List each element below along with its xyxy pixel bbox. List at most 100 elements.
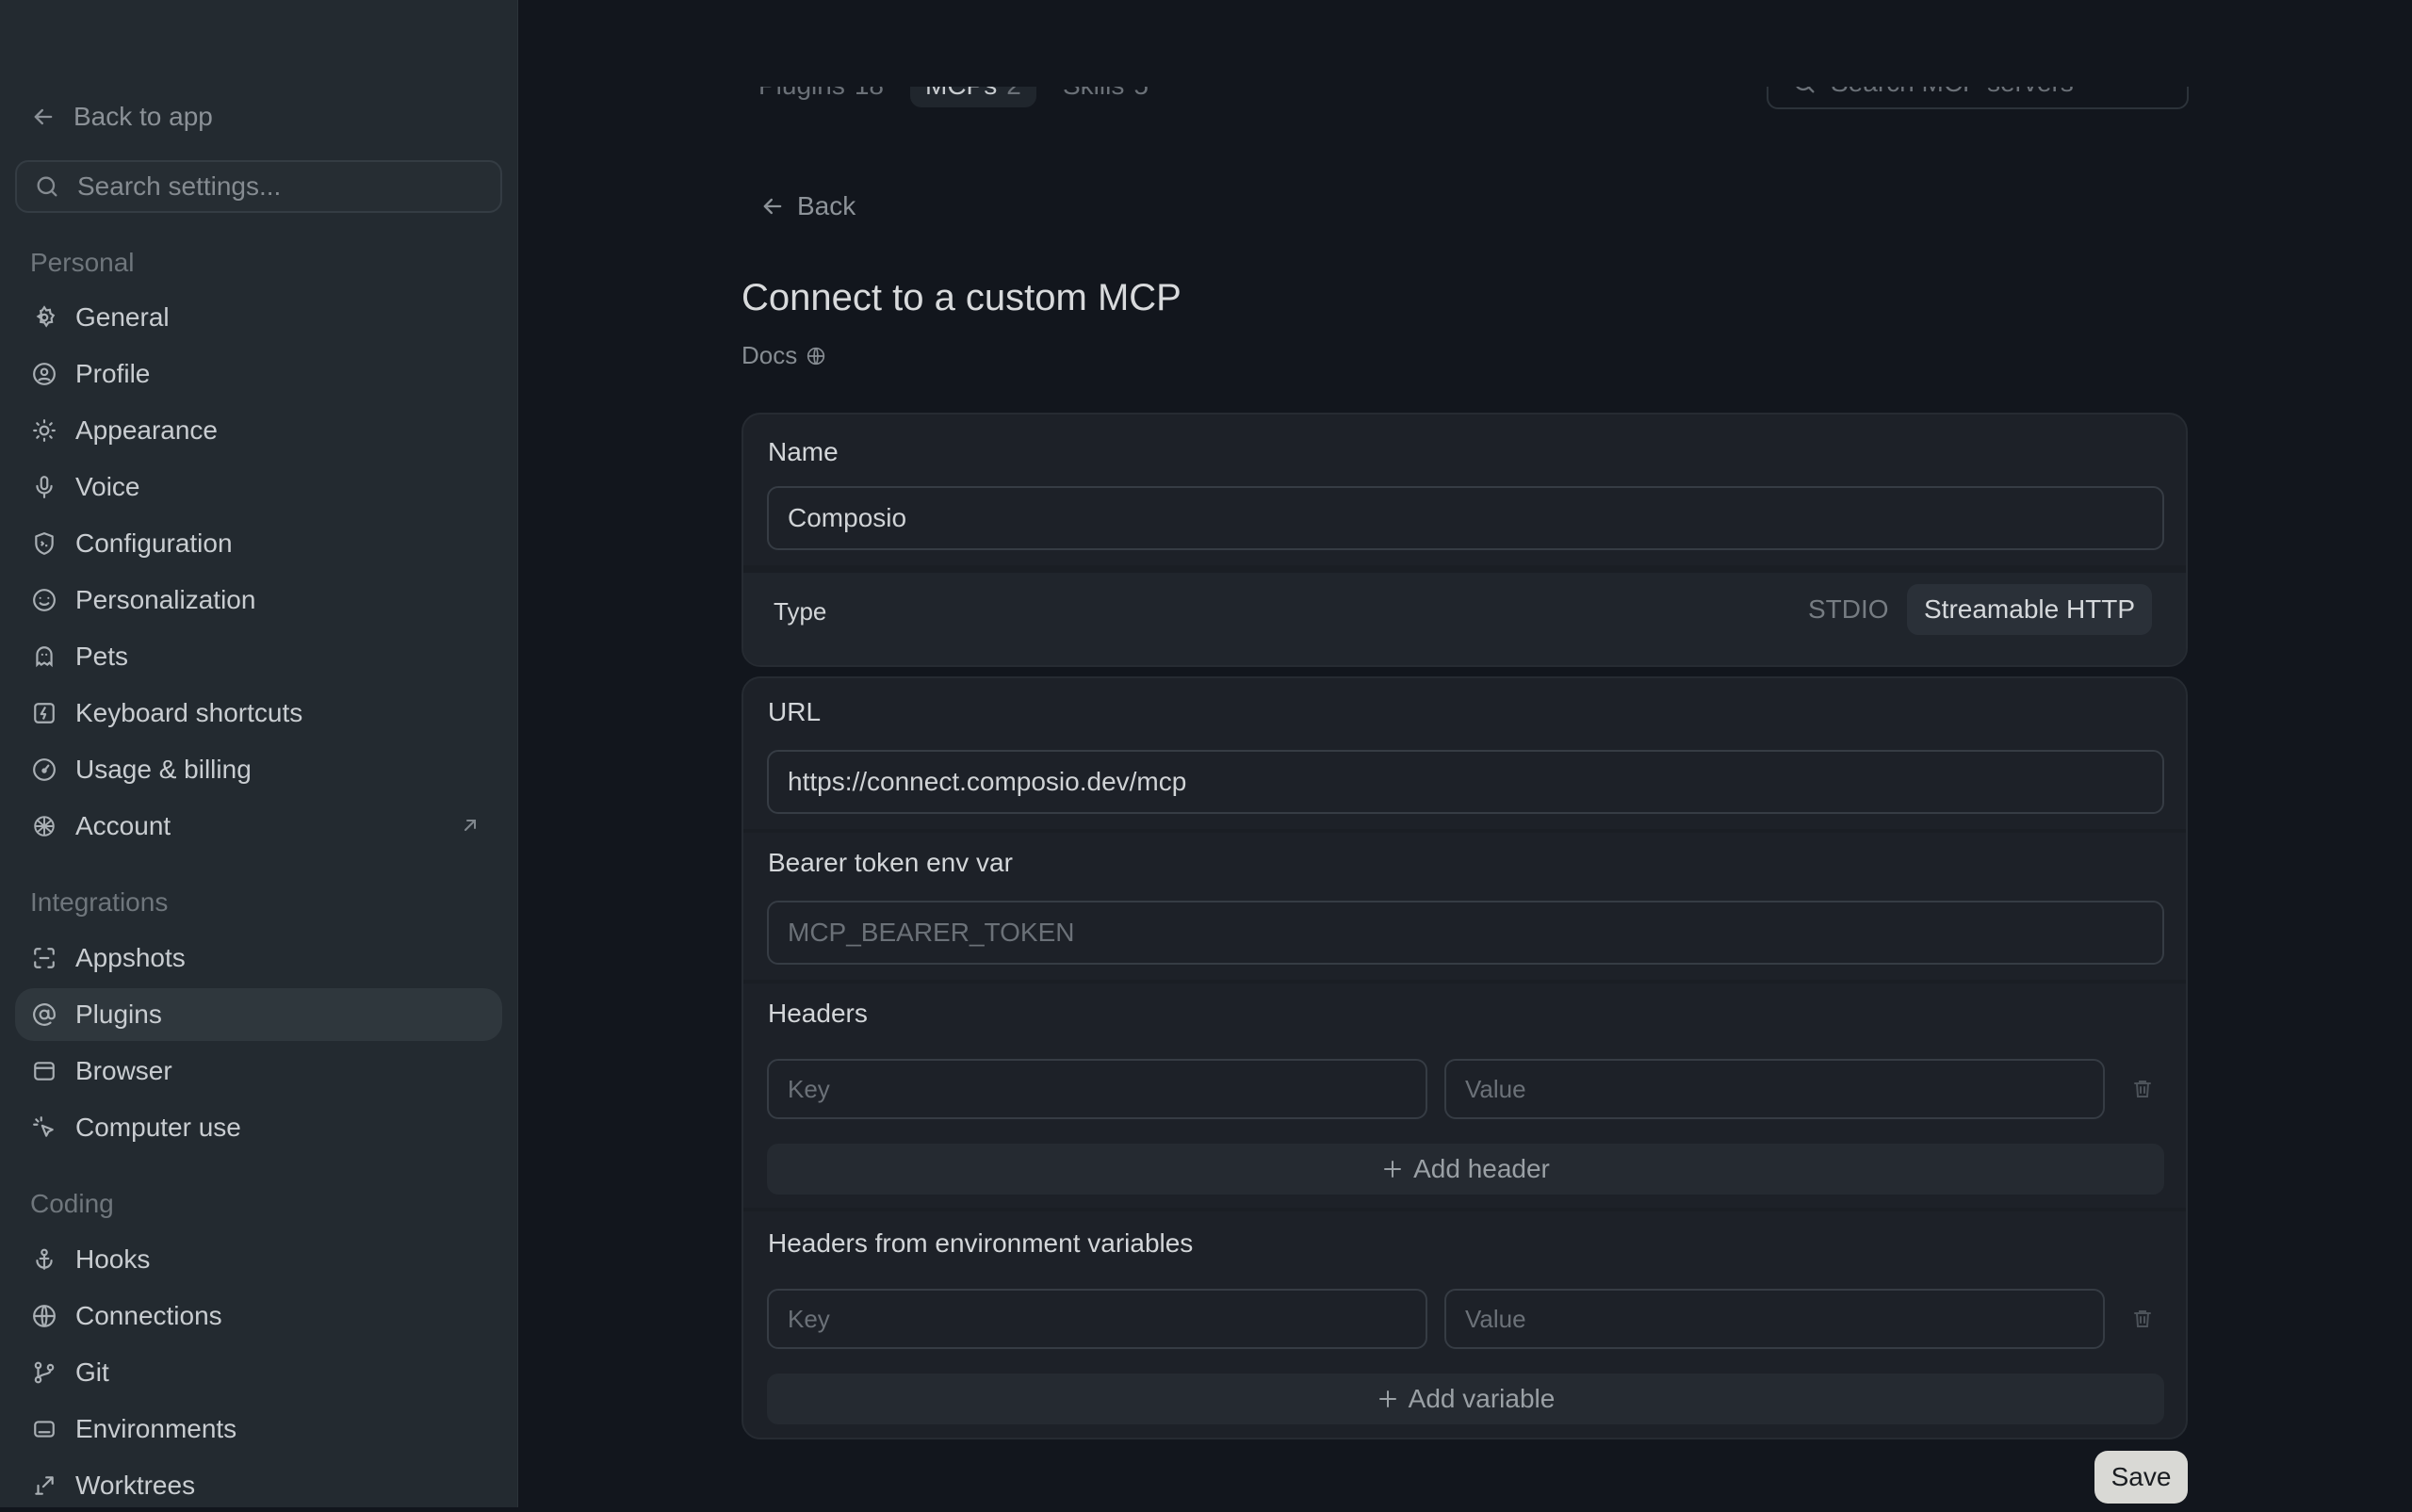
sidebar-item-plugins[interactable]: Plugins bbox=[15, 988, 502, 1041]
add-variable-button[interactable]: Add variable bbox=[767, 1374, 2164, 1424]
header-value-input[interactable] bbox=[1444, 1059, 2105, 1119]
plus-icon bbox=[1377, 1388, 1399, 1410]
env-header-key-input[interactable] bbox=[767, 1289, 1427, 1349]
sidebar-item-label: Hooks bbox=[75, 1244, 151, 1274]
account-icon bbox=[30, 812, 58, 840]
divider bbox=[743, 829, 2186, 833]
sidebar-item-label: Pets bbox=[75, 642, 129, 671]
sidebar-item-hooks[interactable]: Hooks bbox=[15, 1233, 502, 1286]
sidebar-item-label: Worktrees bbox=[75, 1471, 196, 1500]
personalization-icon bbox=[30, 586, 58, 614]
type-row: Type STDIO Streamable HTTP bbox=[743, 573, 2186, 665]
terminal-icon bbox=[30, 1415, 58, 1443]
globe-icon bbox=[807, 347, 825, 366]
microphone-icon bbox=[30, 473, 58, 501]
sidebar-item-label: Git bbox=[75, 1358, 109, 1387]
sidebar-item-pets[interactable]: Pets bbox=[15, 630, 502, 683]
pet-icon bbox=[30, 642, 58, 671]
bearer-token-input[interactable] bbox=[767, 901, 2164, 965]
sidebar-item-label: Plugins bbox=[75, 1000, 162, 1029]
env-header-value-input[interactable] bbox=[1444, 1289, 2105, 1349]
settings-search[interactable] bbox=[15, 160, 502, 213]
sidebar-item-worktrees[interactable]: Worktrees bbox=[15, 1459, 502, 1512]
sidebar-item-label: Connections bbox=[75, 1301, 222, 1330]
sidebar-item-usage-billing[interactable]: Usage & billing bbox=[15, 743, 502, 796]
sidebar-item-general[interactable]: General bbox=[15, 291, 502, 344]
cursor-icon bbox=[30, 1114, 58, 1142]
section-label-personal: Personal bbox=[30, 248, 135, 277]
section-label-coding: Coding bbox=[30, 1189, 114, 1218]
name-type-card: Name Type STDIO Streamable HTTP bbox=[742, 413, 2188, 667]
shield-icon bbox=[30, 529, 58, 558]
sidebar-item-environments[interactable]: Environments bbox=[15, 1403, 502, 1455]
sidebar-item-label: Appearance bbox=[75, 415, 219, 445]
headers-label: Headers bbox=[768, 999, 868, 1028]
docs-label: Docs bbox=[742, 341, 798, 369]
gear-icon bbox=[30, 303, 58, 332]
sidebar-item-computer-use[interactable]: Computer use bbox=[15, 1101, 502, 1154]
arrow-left-icon bbox=[30, 104, 57, 130]
plus-icon bbox=[1381, 1158, 1404, 1180]
divider bbox=[743, 980, 2186, 984]
back-to-app-label: Back to app bbox=[73, 102, 213, 131]
sidebar-item-appearance[interactable]: Appearance bbox=[15, 404, 502, 457]
sidebar-item-label: Personalization bbox=[75, 585, 256, 614]
header-key-input[interactable] bbox=[767, 1059, 1427, 1119]
sidebar-item-label: Computer use bbox=[75, 1113, 241, 1142]
type-option-stdio[interactable]: STDIO bbox=[1791, 584, 1906, 635]
sidebar-item-personalization[interactable]: Personalization bbox=[15, 574, 502, 626]
type-label: Type bbox=[774, 597, 827, 626]
sidebar-item-configuration[interactable]: Configuration bbox=[15, 517, 502, 570]
sidebar-item-label: General bbox=[75, 302, 170, 332]
docs-link[interactable]: Docs bbox=[742, 341, 825, 370]
trash-icon[interactable] bbox=[2127, 1074, 2158, 1104]
sidebar-item-keyboard-shortcuts[interactable]: Keyboard shortcuts bbox=[15, 687, 502, 740]
keyboard-shortcut-icon bbox=[30, 699, 58, 727]
sidebar-item-git[interactable]: Git bbox=[15, 1346, 502, 1399]
name-input[interactable] bbox=[767, 486, 2164, 550]
settings-sidebar: Back to app Personal General Profile App… bbox=[0, 0, 518, 1507]
gauge-icon bbox=[30, 756, 58, 784]
sidebar-item-label: Profile bbox=[75, 359, 151, 388]
profile-icon bbox=[30, 360, 58, 388]
section-label-integrations: Integrations bbox=[30, 887, 169, 917]
sidebar-item-label: Browser bbox=[75, 1056, 172, 1085]
connection-card: URL Bearer token env var Headers Add hea… bbox=[742, 676, 2188, 1439]
add-variable-label: Add variable bbox=[1408, 1384, 1556, 1413]
at-sign-icon bbox=[30, 1000, 58, 1029]
sidebar-item-label: Configuration bbox=[75, 528, 233, 558]
sidebar-item-appshots[interactable]: Appshots bbox=[15, 932, 502, 984]
add-header-button[interactable]: Add header bbox=[767, 1144, 2164, 1195]
trash-icon[interactable] bbox=[2127, 1304, 2158, 1334]
sidebar-item-connections[interactable]: Connections bbox=[15, 1290, 502, 1342]
add-header-label: Add header bbox=[1413, 1154, 1550, 1183]
sidebar-item-label: Keyboard shortcuts bbox=[75, 698, 303, 727]
sidebar-item-voice[interactable]: Voice bbox=[15, 461, 502, 513]
divider bbox=[743, 1208, 2186, 1211]
back-to-app-link[interactable]: Back to app bbox=[30, 98, 213, 136]
sidebar-item-profile[interactable]: Profile bbox=[15, 348, 502, 400]
sidebar-item-label: Environments bbox=[75, 1414, 237, 1443]
page-title: Connect to a custom MCP bbox=[742, 277, 1182, 318]
globe-icon bbox=[30, 1302, 58, 1330]
arrow-left-icon bbox=[759, 193, 786, 219]
name-label: Name bbox=[768, 437, 839, 466]
type-option-streamable-http[interactable]: Streamable HTTP bbox=[1907, 584, 2153, 635]
sidebar-item-label: Voice bbox=[75, 472, 140, 501]
sun-icon bbox=[30, 416, 58, 445]
sidebar-item-browser[interactable]: Browser bbox=[15, 1045, 502, 1097]
browser-icon bbox=[30, 1057, 58, 1085]
settings-search-input[interactable] bbox=[75, 171, 494, 203]
divider bbox=[743, 565, 2186, 573]
sidebar-item-account[interactable]: Account bbox=[15, 800, 502, 853]
save-button[interactable]: Save bbox=[2094, 1451, 2188, 1504]
back-label: Back bbox=[797, 191, 856, 220]
url-input[interactable] bbox=[767, 750, 2164, 814]
back-button[interactable]: Back bbox=[759, 191, 856, 221]
scroll-header-mask bbox=[519, 0, 2412, 87]
sidebar-item-label: Account bbox=[75, 811, 171, 840]
bearer-token-label: Bearer token env var bbox=[768, 848, 1013, 877]
screenshot-icon bbox=[30, 944, 58, 972]
git-branch-icon bbox=[30, 1358, 58, 1387]
env-headers-label: Headers from environment variables bbox=[768, 1228, 1194, 1258]
